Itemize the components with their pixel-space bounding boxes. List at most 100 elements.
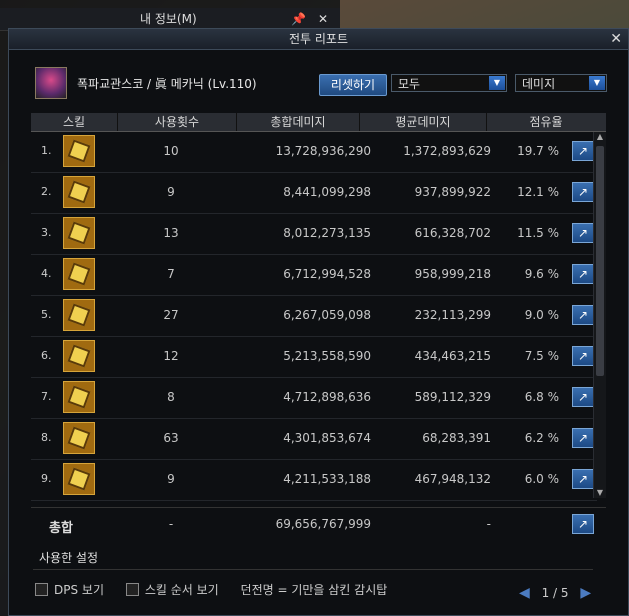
skill-icon [63,299,95,331]
share-icon: ↗ [577,431,589,445]
row-avg: 434,463,215 [414,349,491,363]
share-icon: ↗ [577,144,589,158]
scroll-thumb[interactable] [596,146,604,376]
table-row: 7. 8 4,712,898,636 589,112,329 6.8 % ↗ [31,378,597,419]
skill-icon [63,135,95,167]
share-icon: ↗ [577,308,589,322]
divider [33,569,593,570]
row-rank: 1. [41,144,52,157]
share-button[interactable]: ↗ [572,469,594,489]
share-button[interactable]: ↗ [572,428,594,448]
row-total: 6,712,994,528 [283,267,371,281]
row-count: 27 [163,308,179,322]
metric-select-value: 데미지 [522,77,556,91]
row-rank: 5. [41,308,52,321]
row-share: 9.6 % [524,267,559,281]
table-row: 1. 10 13,728,936,290 1,372,893,629 19.7 … [31,132,597,173]
next-page-icon[interactable]: ▶ [580,585,591,601]
row-share: 6.0 % [524,472,559,486]
row-rank: 7. [41,390,52,403]
row-share: 6.8 % [524,390,559,404]
scroll-down-icon[interactable]: ▼ [595,488,605,498]
skill-icon [63,422,95,454]
total-share-button[interactable]: ↗ [572,514,594,534]
row-count: 10 [163,144,179,158]
share-icon: ↗ [577,185,589,199]
row-avg: 467,948,132 [414,472,491,486]
row-rank: 9. [41,472,52,485]
table-header: 스킬 사용횟수 총합데미지 평균데미지 점유율 [31,113,606,132]
dialog-title: 전투 리포트 [288,32,348,46]
col-skill: 스킬 [31,113,118,131]
row-count: 7 [167,267,175,281]
dps-checkbox[interactable] [35,583,48,596]
row-rank: 6. [41,349,52,362]
settings-label[interactable]: 사용한 설정 [39,549,98,566]
table-row: 6. 12 5,213,558,590 434,463,215 7.5 % ↗ [31,337,597,378]
table-row: 9. 9 4,211,533,188 467,948,132 6.0 % ↗ [31,460,597,501]
row-total: 4,301,853,674 [283,431,371,445]
share-icon: ↗ [577,517,589,531]
table-row: 8. 63 4,301,853,674 68,283,391 6.2 % ↗ [31,419,597,460]
total-count: - [168,517,174,531]
dps-label: DPS 보기 [54,583,104,597]
row-avg: 68,283,391 [422,431,491,445]
share-button[interactable]: ↗ [572,305,594,325]
share-button[interactable]: ↗ [572,182,594,202]
dialog-titlebar: 전투 리포트 ✕ [9,29,628,50]
skill-icon [63,463,95,495]
row-total: 13,728,936,290 [275,144,371,158]
skill-icon [63,258,95,290]
row-share: 12.1 % [517,185,559,199]
skill-icon [63,340,95,372]
scroll-up-icon[interactable]: ▲ [595,132,605,142]
prev-page-icon[interactable]: ◀ [519,585,530,601]
row-count: 9 [167,185,175,199]
total-avg: - [486,517,491,531]
table-row: 5. 27 6,267,059,098 232,113,299 9.0 % ↗ [31,296,597,337]
table-row: 4. 7 6,712,994,528 958,999,218 9.6 % ↗ [31,255,597,296]
share-button[interactable]: ↗ [572,264,594,284]
row-total: 8,012,273,135 [283,226,371,240]
reset-button[interactable]: 리셋하기 [319,74,387,96]
dungeon-name: 던전명 = 기만을 삼킨 감시탑 [240,583,388,597]
share-button[interactable]: ↗ [572,346,594,366]
row-count: 12 [163,349,179,363]
table-row: 3. 13 8,012,273,135 616,328,702 11.5 % ↗ [31,214,597,255]
skill-icon [63,381,95,413]
skill-icon [63,217,95,249]
character-name: 폭파교관스코 / 眞 메카닉 (Lv.110) [77,77,257,91]
row-share: 9.0 % [524,308,559,322]
share-icon: ↗ [577,472,589,486]
share-button[interactable]: ↗ [572,223,594,243]
col-share: 점유율 [529,115,563,129]
filter-select[interactable]: 모두 ▼ [391,74,507,92]
share-icon: ↗ [577,267,589,281]
share-button[interactable]: ↗ [572,141,594,161]
metric-select[interactable]: 데미지 ▼ [515,74,607,92]
pin-icon[interactable]: 📌 [291,8,306,30]
skill-rows: 1. 10 13,728,936,290 1,372,893,629 19.7 … [31,132,597,501]
share-button[interactable]: ↗ [572,387,594,407]
row-avg: 589,112,329 [414,390,491,404]
row-total: 6,267,059,098 [283,308,371,322]
skill-order-checkbox[interactable] [125,583,139,596]
row-avg: 1,372,893,629 [403,144,491,158]
row-avg: 958,999,218 [414,267,491,281]
row-rank: 2. [41,185,52,198]
col-avg: 평균데미지 [360,113,487,131]
share-icon: ↗ [577,226,589,240]
table-scrollbar[interactable]: ▲ ▼ [593,132,606,498]
close-icon[interactable]: ✕ [610,29,622,49]
row-count: 63 [163,431,179,445]
info-window-close-icon[interactable]: ✕ [318,8,328,30]
page-indicator: 1 / 5 [541,586,569,600]
skill-order-label: 스킬 순서 보기 [144,583,219,597]
chevron-down-icon: ▼ [489,76,505,90]
chevron-down-icon: ▼ [589,76,605,90]
row-total: 8,441,099,298 [283,185,371,199]
share-icon: ↗ [577,349,589,363]
row-share: 7.5 % [524,349,559,363]
total-row: 총합 - 69,656,767,999 - ↗ [31,507,606,542]
total-damage: 69,656,767,999 [275,517,371,531]
